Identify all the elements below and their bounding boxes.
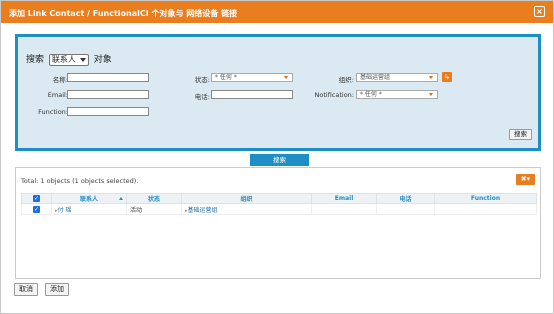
table-row[interactable]: ✓ 付 瑶 活动 基础运营组: [21, 203, 537, 215]
row-checkbox[interactable]: ✓: [33, 205, 40, 213]
column-header-org[interactable]: 组织: [181, 193, 312, 204]
select-all-checkbox[interactable]: ✓: [33, 195, 40, 202]
search-prefix-label: 搜索: [26, 55, 45, 65]
row-checkbox-cell[interactable]: ✓: [21, 203, 52, 215]
link-dialog: 添加 Link Contact / FunctionalCI 个对象与 网络设备…: [0, 0, 554, 314]
status-select[interactable]: * 任何 *: [211, 73, 293, 82]
notification-label: Notification:: [314, 91, 355, 99]
search-toggle-tab[interactable]: 搜索: [250, 154, 309, 166]
class-select[interactable]: 联系人: [48, 54, 89, 66]
cell-org[interactable]: 基础运营组: [181, 203, 312, 215]
email-label: Email:: [47, 91, 68, 99]
cell-status: 活动: [126, 203, 182, 215]
phone-label: 电话:: [194, 93, 210, 101]
column-header-function[interactable]: Function: [434, 193, 537, 204]
cell-email: [311, 203, 377, 215]
email-input[interactable]: [67, 90, 149, 99]
notification-select-value: * 任何 *: [360, 91, 382, 98]
org-link[interactable]: 基础运营组: [185, 207, 218, 214]
org-select[interactable]: 基础运营组: [356, 73, 438, 82]
column-header-label: Email: [334, 195, 354, 202]
status-select-value: * 任何 *: [215, 74, 237, 81]
column-header-label: 状态: [147, 196, 160, 203]
search-suffix-label: 对象: [93, 55, 112, 65]
add-button[interactable]: 添加: [45, 283, 69, 296]
column-header-label: 组织: [240, 196, 253, 203]
results-panel: Total: 1 objects (1 objects selected). ✖…: [15, 167, 541, 279]
name-input[interactable]: [67, 73, 149, 82]
results-table: ✓ 联系人 状态 组织 Email 电话 Function ✓ 付 瑶 活动 基…: [21, 193, 537, 215]
cell-phone: [376, 203, 435, 215]
column-header-label: Function: [470, 195, 501, 202]
dropdown-arrow-icon: [429, 76, 433, 79]
search-button[interactable]: 搜索: [509, 129, 532, 140]
search-heading: 搜索 联系人 对象: [26, 52, 112, 66]
sort-asc-icon: [119, 197, 123, 200]
search-panel: 搜索 联系人 对象 名称: Email: Function: 状态: * 任何 …: [15, 34, 541, 151]
phone-input[interactable]: [211, 90, 293, 99]
select-all-checkbox-cell[interactable]: ✓: [21, 193, 52, 204]
class-select-value: 联系人: [51, 55, 76, 64]
close-icon[interactable]: ×: [534, 6, 545, 17]
column-header-label: 电话: [399, 196, 412, 203]
org-hierarchy-icon[interactable]: ↳: [442, 72, 452, 82]
table-header-row: ✓ 联系人 状态 组织 Email 电话 Function: [21, 193, 537, 204]
results-total: Total: 1 objects (1 objects selected).: [21, 177, 139, 185]
column-header-email[interactable]: Email: [311, 193, 377, 204]
cell-contact[interactable]: 付 瑶: [51, 203, 127, 215]
org-select-value: 基础运营组: [360, 74, 391, 81]
cancel-button[interactable]: 取消: [14, 283, 38, 296]
function-input[interactable]: [67, 107, 149, 116]
column-header-phone[interactable]: 电话: [376, 193, 435, 204]
cell-function: [434, 203, 537, 215]
dropdown-arrow-icon: [429, 93, 433, 96]
status-label: 状态:: [194, 76, 210, 84]
org-label: 组织:: [338, 76, 354, 84]
function-label: Function:: [38, 108, 68, 116]
tools-menu-icon[interactable]: ✖▾: [516, 174, 535, 185]
notification-select[interactable]: * 任何 *: [356, 90, 438, 99]
dialog-titlebar: 添加 Link Contact / FunctionalCI 个对象与 网络设备…: [1, 1, 553, 23]
chevron-down-icon: [79, 58, 86, 62]
column-header-contact[interactable]: 联系人: [51, 193, 127, 204]
contact-link[interactable]: 付 瑶: [55, 207, 71, 214]
dialog-title: 添加 Link Contact / FunctionalCI 个对象与 网络设备…: [9, 9, 238, 18]
column-header-status[interactable]: 状态: [126, 193, 182, 204]
column-header-label: 联系人: [79, 196, 98, 203]
name-label: 名称:: [52, 76, 68, 84]
